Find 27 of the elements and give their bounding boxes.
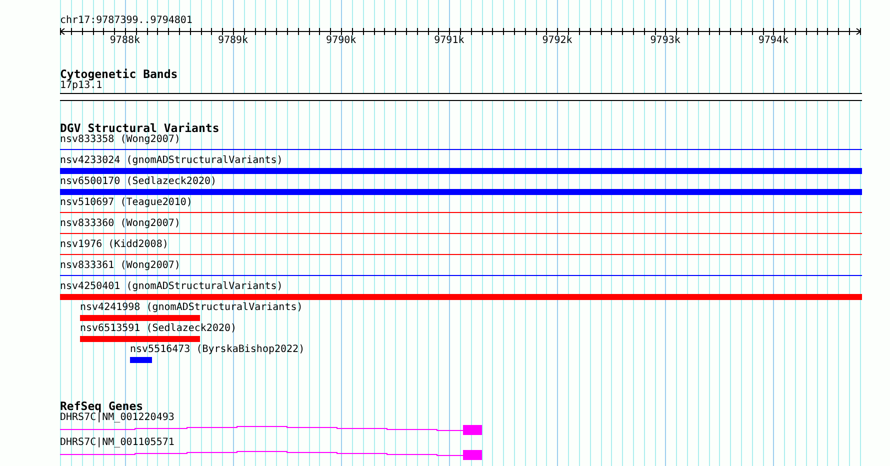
tick-label: 9790k: [326, 35, 356, 47]
tick-label: 9793k: [650, 35, 680, 47]
location-label: chr17:9787399..9794801: [60, 15, 192, 27]
tick-label: 9794k: [758, 35, 788, 47]
variant-label: nsv4241998 (gnomADStructuralVariants): [80, 302, 303, 314]
exon-block: [463, 425, 482, 435]
tick-label: 9789k: [218, 35, 248, 47]
track-title: RefSeq Genes: [60, 400, 144, 412]
gene-label: DHRS7C|NM_001220493: [60, 412, 174, 424]
track-title: Cytogenetic Bands: [60, 68, 178, 80]
variant-label: nsv833360 (Wong2007): [60, 218, 180, 230]
tick-label: 9792k: [542, 35, 572, 47]
track-title: DGV Structural Variants: [60, 122, 220, 134]
variant-label: nsv4250401 (gnomADStructuralVariants): [60, 281, 283, 293]
variant-label: nsv510697 (Teague2010): [60, 197, 192, 209]
exon-block: [463, 450, 482, 460]
variant-label: nsv5516473 (ByrskaBishop2022): [130, 344, 305, 356]
variant-label: nsv6500170 (Sedlazeck2020): [60, 176, 217, 188]
gene-label: DHRS7C|NM_001105571: [60, 437, 174, 449]
tick-label: 9791k: [434, 35, 464, 47]
variant-label: nsv4233024 (gnomADStructuralVariants): [60, 155, 283, 167]
variant-label: nsv833358 (Wong2007): [60, 134, 180, 146]
variant-label: nsv6513591 (Sedlazeck2020): [80, 323, 237, 335]
band-label: 17p13.1: [60, 80, 102, 92]
variant-label: nsv1976 (Kidd2008): [60, 239, 168, 251]
variant-label: nsv833361 (Wong2007): [60, 260, 180, 272]
tick-label: 9788k: [110, 35, 140, 47]
